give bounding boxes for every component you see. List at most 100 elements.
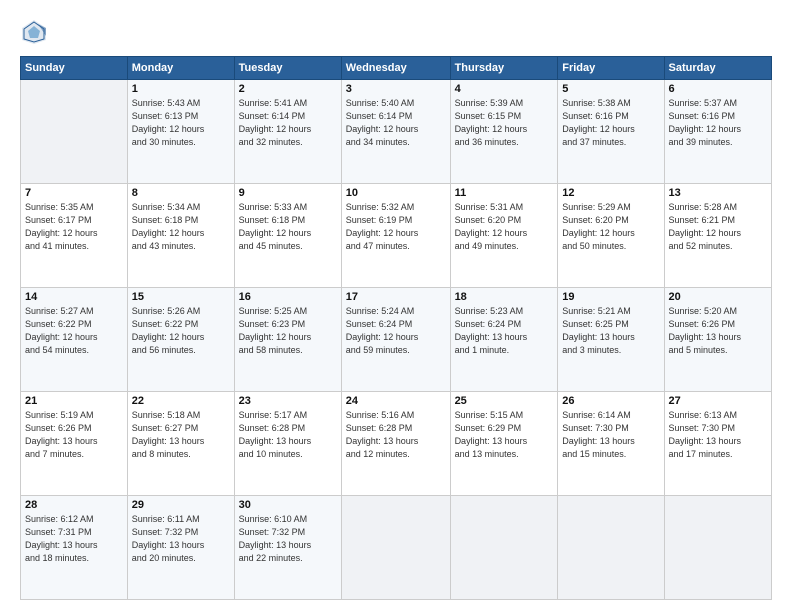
calendar-cell (450, 496, 558, 600)
day-number: 21 (25, 395, 123, 407)
day-info: Sunrise: 5:25 AM Sunset: 6:23 PM Dayligh… (239, 305, 337, 357)
day-number: 23 (239, 395, 337, 407)
day-info: Sunrise: 6:10 AM Sunset: 7:32 PM Dayligh… (239, 513, 337, 565)
day-info: Sunrise: 5:34 AM Sunset: 6:18 PM Dayligh… (132, 201, 230, 253)
calendar-cell: 19 Sunrise: 5:21 AM Sunset: 6:25 PM Dayli… (558, 288, 664, 392)
calendar-cell: 7 Sunrise: 5:35 AM Sunset: 6:17 PM Daylig… (21, 184, 128, 288)
day-info: Sunrise: 6:13 AM Sunset: 7:30 PM Dayligh… (669, 409, 767, 461)
header (20, 18, 772, 46)
day-number: 2 (239, 83, 337, 95)
logo (20, 18, 52, 46)
weekday-header-tuesday: Tuesday (234, 57, 341, 80)
day-number: 27 (669, 395, 767, 407)
calendar-cell: 30 Sunrise: 6:10 AM Sunset: 7:32 PM Dayli… (234, 496, 341, 600)
day-info: Sunrise: 5:28 AM Sunset: 6:21 PM Dayligh… (669, 201, 767, 253)
day-info: Sunrise: 6:12 AM Sunset: 7:31 PM Dayligh… (25, 513, 123, 565)
day-number: 15 (132, 291, 230, 303)
calendar-cell: 2 Sunrise: 5:41 AM Sunset: 6:14 PM Daylig… (234, 80, 341, 184)
day-number: 16 (239, 291, 337, 303)
page: SundayMondayTuesdayWednesdayThursdayFrid… (0, 0, 792, 612)
day-number: 6 (669, 83, 767, 95)
weekday-header-thursday: Thursday (450, 57, 558, 80)
calendar-cell: 23Sunrise: 5:17 AM Sunset: 6:28 PM Dayli… (234, 392, 341, 496)
calendar-week-row: 28 Sunrise: 6:12 AM Sunset: 7:31 PM Dayli… (21, 496, 772, 600)
day-number: 11 (455, 187, 554, 199)
day-number: 13 (669, 187, 767, 199)
day-number: 1 (132, 83, 230, 95)
calendar-cell: 11Sunrise: 5:31 AM Sunset: 6:20 PM Dayli… (450, 184, 558, 288)
day-info: Sunrise: 6:14 AM Sunset: 7:30 PM Dayligh… (562, 409, 659, 461)
day-number: 4 (455, 83, 554, 95)
calendar-cell (21, 80, 128, 184)
calendar-cell: 29 Sunrise: 6:11 AM Sunset: 7:32 PM Dayli… (127, 496, 234, 600)
day-info: Sunrise: 5:43 AM Sunset: 6:13 PM Dayligh… (132, 97, 230, 149)
calendar-table: SundayMondayTuesdayWednesdayThursdayFrid… (20, 56, 772, 600)
day-number: 24 (346, 395, 446, 407)
calendar-header: SundayMondayTuesdayWednesdayThursdayFrid… (21, 57, 772, 80)
day-number: 17 (346, 291, 446, 303)
day-number: 5 (562, 83, 659, 95)
calendar-body: 1 Sunrise: 5:43 AM Sunset: 6:13 PM Daylig… (21, 80, 772, 600)
day-number: 18 (455, 291, 554, 303)
day-info: Sunrise: 5:20 AM Sunset: 6:26 PM Dayligh… (669, 305, 767, 357)
calendar-cell: 8Sunrise: 5:34 AM Sunset: 6:18 PM Daylig… (127, 184, 234, 288)
calendar-cell (558, 496, 664, 600)
day-info: Sunrise: 5:38 AM Sunset: 6:16 PM Dayligh… (562, 97, 659, 149)
calendar-cell: 28 Sunrise: 6:12 AM Sunset: 7:31 PM Dayli… (21, 496, 128, 600)
calendar-week-row: 14 Sunrise: 5:27 AM Sunset: 6:22 PM Dayli… (21, 288, 772, 392)
calendar-cell: 10 Sunrise: 5:32 AM Sunset: 6:19 PM Dayli… (341, 184, 450, 288)
day-number: 9 (239, 187, 337, 199)
calendar-cell: 21Sunrise: 5:19 AM Sunset: 6:26 PM Dayli… (21, 392, 128, 496)
day-number: 14 (25, 291, 123, 303)
weekday-row: SundayMondayTuesdayWednesdayThursdayFrid… (21, 57, 772, 80)
day-info: Sunrise: 5:33 AM Sunset: 6:18 PM Dayligh… (239, 201, 337, 253)
day-info: Sunrise: 5:41 AM Sunset: 6:14 PM Dayligh… (239, 97, 337, 149)
day-number: 26 (562, 395, 659, 407)
weekday-header-monday: Monday (127, 57, 234, 80)
weekday-header-friday: Friday (558, 57, 664, 80)
day-number: 22 (132, 395, 230, 407)
calendar-cell: 20 Sunrise: 5:20 AM Sunset: 6:26 PM Dayli… (664, 288, 771, 392)
calendar-cell: 27 Sunrise: 6:13 AM Sunset: 7:30 PM Dayli… (664, 392, 771, 496)
day-info: Sunrise: 5:23 AM Sunset: 6:24 PM Dayligh… (455, 305, 554, 357)
calendar-cell: 9 Sunrise: 5:33 AM Sunset: 6:18 PM Daylig… (234, 184, 341, 288)
day-info: Sunrise: 5:37 AM Sunset: 6:16 PM Dayligh… (669, 97, 767, 149)
day-number: 7 (25, 187, 123, 199)
calendar-week-row: 7 Sunrise: 5:35 AM Sunset: 6:17 PM Daylig… (21, 184, 772, 288)
calendar-cell: 26 Sunrise: 6:14 AM Sunset: 7:30 PM Dayli… (558, 392, 664, 496)
calendar-cell: 13 Sunrise: 5:28 AM Sunset: 6:21 PM Dayli… (664, 184, 771, 288)
calendar-cell: 14 Sunrise: 5:27 AM Sunset: 6:22 PM Dayli… (21, 288, 128, 392)
calendar-cell: 18 Sunrise: 5:23 AM Sunset: 6:24 PM Dayli… (450, 288, 558, 392)
day-info: Sunrise: 5:15 AM Sunset: 6:29 PM Dayligh… (455, 409, 554, 461)
calendar-cell: 24 Sunrise: 5:16 AM Sunset: 6:28 PM Dayli… (341, 392, 450, 496)
day-number: 19 (562, 291, 659, 303)
day-info: Sunrise: 5:32 AM Sunset: 6:19 PM Dayligh… (346, 201, 446, 253)
day-info: Sunrise: 5:18 AM Sunset: 6:27 PM Dayligh… (132, 409, 230, 461)
day-info: Sunrise: 5:27 AM Sunset: 6:22 PM Dayligh… (25, 305, 123, 357)
day-info: Sunrise: 5:29 AM Sunset: 6:20 PM Dayligh… (562, 201, 659, 253)
day-info: Sunrise: 5:16 AM Sunset: 6:28 PM Dayligh… (346, 409, 446, 461)
day-number: 28 (25, 499, 123, 511)
day-info: Sunrise: 5:21 AM Sunset: 6:25 PM Dayligh… (562, 305, 659, 357)
calendar-week-row: 21Sunrise: 5:19 AM Sunset: 6:26 PM Dayli… (21, 392, 772, 496)
day-number: 30 (239, 499, 337, 511)
weekday-header-sunday: Sunday (21, 57, 128, 80)
weekday-header-wednesday: Wednesday (341, 57, 450, 80)
day-info: Sunrise: 5:39 AM Sunset: 6:15 PM Dayligh… (455, 97, 554, 149)
calendar-cell: 5 Sunrise: 5:38 AM Sunset: 6:16 PM Daylig… (558, 80, 664, 184)
calendar-cell: 12 Sunrise: 5:29 AM Sunset: 6:20 PM Dayli… (558, 184, 664, 288)
calendar-cell: 17Sunrise: 5:24 AM Sunset: 6:24 PM Dayli… (341, 288, 450, 392)
day-number: 20 (669, 291, 767, 303)
calendar-cell: 16 Sunrise: 5:25 AM Sunset: 6:23 PM Dayli… (234, 288, 341, 392)
calendar-cell: 3Sunrise: 5:40 AM Sunset: 6:14 PM Daylig… (341, 80, 450, 184)
calendar-cell: 25Sunrise: 5:15 AM Sunset: 6:29 PM Dayli… (450, 392, 558, 496)
day-number: 12 (562, 187, 659, 199)
day-number: 10 (346, 187, 446, 199)
day-info: Sunrise: 6:11 AM Sunset: 7:32 PM Dayligh… (132, 513, 230, 565)
day-number: 29 (132, 499, 230, 511)
day-info: Sunrise: 5:35 AM Sunset: 6:17 PM Dayligh… (25, 201, 123, 253)
calendar-cell (341, 496, 450, 600)
calendar-cell (664, 496, 771, 600)
weekday-header-saturday: Saturday (664, 57, 771, 80)
calendar-cell: 1 Sunrise: 5:43 AM Sunset: 6:13 PM Daylig… (127, 80, 234, 184)
